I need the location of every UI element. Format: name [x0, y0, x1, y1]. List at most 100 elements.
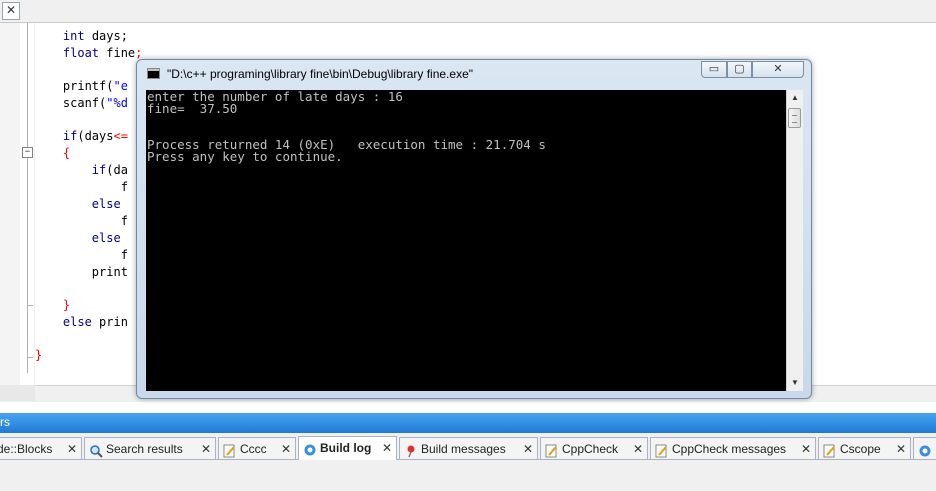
scroll-down-arrow-icon[interactable]: ▼ [788, 375, 802, 391]
tab-cppcheck[interactable]: CppCheck ✕ [540, 437, 648, 459]
code-token: "%d [106, 96, 128, 110]
tab-close-icon[interactable]: ✕ [382, 437, 392, 459]
code-token: ; [135, 46, 143, 60]
tab-close-icon[interactable]: ✕ [201, 438, 211, 459]
code-line: { [34, 145, 70, 161]
code-token: (days [77, 129, 114, 143]
tab-close-icon[interactable]: ✕ [281, 438, 291, 459]
gear-build-icon [918, 443, 932, 457]
console-window[interactable]: "D:\c++ programing\library fine\bin\Debu… [136, 59, 812, 399]
tab-close-icon[interactable]: ✕ [523, 438, 533, 459]
code-line: int days; [34, 28, 128, 44]
tab-label: Cccc [240, 442, 267, 456]
magnifier-icon [89, 443, 103, 458]
tab-overflow[interactable] [913, 437, 936, 459]
console-line: fine= 37.50 [147, 101, 238, 116]
pencil-doc-icon [823, 443, 837, 458]
console-vertical-scrollbar[interactable]: ▲ ▼ [786, 90, 803, 391]
tab-build-messages[interactable]: Build messages ✕ [399, 437, 538, 459]
tab-cppcheck-messages[interactable]: CppCheck messages ✕ [650, 437, 816, 459]
code-token: } [35, 348, 43, 362]
pencil-doc-icon [545, 443, 559, 458]
console-output-area[interactable]: enter the number of late days : 16 fine= … [146, 90, 786, 391]
code-token: else [91, 197, 121, 211]
code-line: print [34, 264, 128, 280]
logs-panel-header: rs [0, 413, 936, 433]
console-window-title: "D:\c++ programing\library fine\bin\Debu… [167, 67, 473, 81]
code-token: f [34, 180, 128, 194]
code-line: float fine; [34, 45, 142, 61]
code-token: f [34, 214, 128, 228]
logs-tab-strip: de::Blocks ✕ Search results ✕ Cccc ✕ Build log… [0, 436, 936, 461]
console-line: Press any key to continue. [147, 149, 343, 164]
code-line: else prin [34, 314, 128, 330]
fold-guide-line [27, 23, 28, 373]
code-token: float [62, 46, 100, 60]
code-line: else [34, 230, 121, 246]
code-line: if(days<= [34, 128, 128, 144]
code-token: if [91, 163, 107, 177]
line-number-margin [0, 23, 21, 385]
code-token: else [62, 315, 92, 329]
fold-end-tick [27, 357, 33, 358]
tab-de-blocks[interactable]: de::Blocks ✕ [0, 437, 82, 459]
code-token: (da [106, 163, 128, 177]
ide-top-strip: ✕ [0, 0, 936, 23]
pencil-doc-icon [223, 443, 237, 458]
code-line: f [34, 213, 128, 229]
tab-build-log[interactable]: Build log ✕ [298, 436, 397, 460]
tab-close-icon[interactable]: ✕ [801, 438, 811, 459]
gear-build-icon [303, 442, 317, 456]
code-line: scanf("%d [34, 95, 128, 111]
tab-label: CppCheck messages [672, 442, 787, 456]
tab-cscope[interactable]: Cscope ✕ [818, 437, 911, 459]
code-token: days; [84, 29, 128, 43]
code-token: fine [99, 46, 136, 60]
tab-label: Cscope [840, 442, 881, 456]
editor-tab-close-icon[interactable]: ✕ [2, 2, 20, 20]
code-line: } [35, 347, 42, 363]
fold-end-tick [27, 305, 33, 306]
code-line: if(da [34, 162, 128, 178]
tab-label: Build messages [421, 442, 506, 456]
logs-panel-title: rs [0, 415, 10, 429]
tab-close-icon[interactable]: ✕ [633, 438, 643, 459]
pencil-doc-icon [655, 443, 669, 458]
tab-search-results[interactable]: Search results ✕ [84, 437, 216, 459]
code-token: { [62, 146, 71, 160]
code-token: printf( [34, 79, 114, 93]
scrollbar-thumb[interactable] [788, 108, 801, 128]
console-app-icon[interactable] [147, 68, 160, 79]
code-token: scanf( [34, 96, 107, 110]
code-token: print [34, 265, 128, 279]
scroll-up-arrow-icon[interactable]: ▲ [788, 90, 802, 106]
tab-close-icon[interactable]: ✕ [896, 438, 906, 459]
code-line: f [34, 247, 128, 263]
console-output-text: enter the number of late days : 16 fine= … [147, 90, 546, 164]
close-button[interactable]: ✕ [752, 61, 804, 78]
tab-label: CppCheck [562, 442, 619, 456]
fold-collapse-icon[interactable]: − [22, 147, 33, 158]
tab-label: Search results [106, 442, 183, 456]
code-token: else [91, 231, 121, 245]
tab-cccc[interactable]: Cccc ✕ [218, 437, 296, 459]
tab-close-icon[interactable]: ✕ [67, 438, 77, 459]
code-token: <= [113, 129, 128, 143]
tab-label: de::Blocks [0, 442, 53, 456]
code-line: } [34, 297, 70, 313]
code-line: printf("e [34, 78, 128, 94]
tab-label: Build log [320, 441, 372, 455]
editor-scroll-corner [0, 385, 35, 401]
code-token: int [62, 29, 85, 43]
minimize-button[interactable]: ▭ [701, 61, 727, 78]
code-token: f [34, 248, 128, 262]
code-token: "e [113, 79, 128, 93]
code-token: } [62, 298, 71, 312]
maximize-button[interactable]: ▢ [727, 61, 752, 78]
